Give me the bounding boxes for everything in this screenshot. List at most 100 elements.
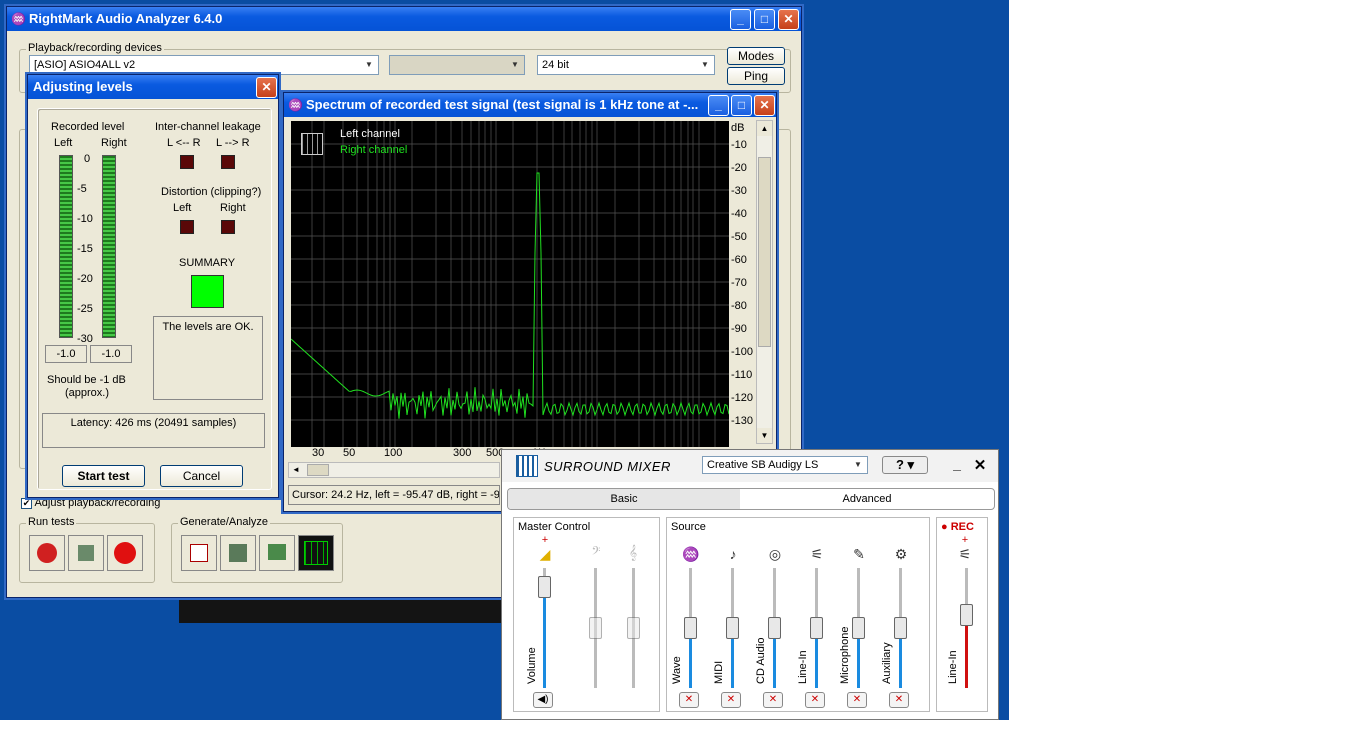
levels-titlebar[interactable]: Adjusting levels bbox=[28, 75, 278, 99]
source-slider[interactable] bbox=[894, 617, 907, 639]
record-button[interactable] bbox=[107, 535, 143, 571]
app-icon: ♒ bbox=[11, 12, 26, 26]
help-button[interactable]: ? ▾ bbox=[882, 456, 928, 474]
source-mute-button[interactable]: ✕ bbox=[763, 692, 783, 708]
source-slider[interactable] bbox=[726, 617, 739, 639]
source-slider[interactable] bbox=[810, 617, 823, 639]
tab-basic[interactable]: Basic bbox=[508, 489, 740, 509]
scroll-up-icon[interactable]: ▲ bbox=[757, 121, 772, 136]
mixer-device-select[interactable]: Creative SB Audigy LS ▼ bbox=[702, 456, 868, 474]
approx-label: (approx.) bbox=[65, 387, 110, 399]
analyze-button[interactable] bbox=[220, 535, 256, 571]
distortion-label: Distortion (clipping?) bbox=[161, 186, 262, 198]
volume-slider[interactable] bbox=[538, 576, 551, 598]
y-tick: -50 bbox=[731, 231, 747, 243]
run-tests-label: Run tests bbox=[26, 516, 77, 528]
bass-slider[interactable] bbox=[589, 617, 602, 639]
levels-message-box: The levels are OK. bbox=[153, 316, 263, 400]
source-mute-button[interactable]: ✕ bbox=[679, 692, 699, 708]
source-label: Line-In bbox=[797, 650, 809, 684]
minimize-button[interactable]: _ bbox=[730, 9, 751, 30]
treble-slider[interactable] bbox=[627, 617, 640, 639]
rec-slider[interactable] bbox=[960, 604, 973, 626]
scroll-down-icon[interactable]: ▼ bbox=[757, 428, 772, 443]
bits-select[interactable]: 24 bit ▼ bbox=[537, 55, 715, 75]
volume-label: Volume bbox=[526, 647, 538, 684]
scroll-left-icon[interactable]: ◄ bbox=[289, 463, 303, 477]
cursor-status: Cursor: 24.2 Hz, left = -95.47 dB, right… bbox=[288, 485, 500, 505]
mixer-titlebar[interactable]: SURROUND MIXER Creative SB Audigy LS ▼ ?… bbox=[502, 450, 998, 482]
y-tick: -80 bbox=[731, 300, 747, 312]
surround-mixer-window: SURROUND MIXER Creative SB Audigy LS ▼ ?… bbox=[501, 449, 999, 720]
grid-icon bbox=[304, 541, 328, 565]
spectrum-button[interactable] bbox=[298, 535, 334, 571]
spectrum-plot[interactable]: Left channel Right channel bbox=[290, 121, 730, 447]
x-tick: 30 bbox=[312, 447, 325, 459]
speaker-test-button[interactable] bbox=[29, 535, 65, 571]
folder-icon bbox=[268, 544, 286, 560]
main-titlebar[interactable]: ♒ RightMark Audio Analyzer 6.4.0 bbox=[7, 7, 801, 31]
l-to-r-label: L --> R bbox=[216, 137, 250, 149]
help-icon: ? bbox=[895, 457, 904, 472]
source-icon: ⚟ bbox=[810, 546, 824, 562]
left-level-value: -1.0 bbox=[45, 345, 87, 363]
source-mute-button[interactable]: ✕ bbox=[847, 692, 867, 708]
source-mute-button[interactable]: ✕ bbox=[805, 692, 825, 708]
spectrum-graph bbox=[290, 121, 730, 447]
spectrum-minimize-button[interactable]: _ bbox=[708, 95, 729, 116]
tab-advanced-label: Advanced bbox=[842, 493, 892, 505]
levels-close-button[interactable]: ✕ bbox=[256, 77, 277, 98]
vertical-scrollbar[interactable]: ▲ ▼ bbox=[756, 120, 773, 444]
source-mute-button[interactable]: ✕ bbox=[889, 692, 909, 708]
levels-message: The levels are OK. bbox=[162, 321, 254, 333]
start-test-button[interactable]: Start test bbox=[62, 465, 145, 487]
volume-fill bbox=[543, 588, 546, 688]
chevron-down-icon: ▼ bbox=[511, 60, 519, 69]
second-select[interactable]: ▼ bbox=[389, 55, 525, 75]
mixer-minimize-button[interactable]: _ bbox=[949, 456, 965, 474]
source-label: Wave bbox=[671, 656, 683, 684]
ping-button[interactable]: Ping bbox=[727, 67, 785, 85]
scale-tick: -10 bbox=[77, 213, 93, 225]
h-scroll-thumb[interactable] bbox=[307, 464, 329, 476]
spectrum-maximize-button[interactable]: □ bbox=[731, 95, 752, 116]
cancel-button[interactable]: Cancel bbox=[160, 465, 243, 487]
cursor-text: Cursor: 24.2 Hz, left = -95.47 dB, right… bbox=[292, 489, 500, 501]
source-slider[interactable] bbox=[684, 617, 697, 639]
generate-button[interactable] bbox=[181, 535, 217, 571]
scale-tick: -30 bbox=[77, 333, 93, 345]
leakage-label: Inter-channel leakage bbox=[155, 121, 261, 133]
source-slider[interactable] bbox=[852, 617, 865, 639]
close-button[interactable]: ✕ bbox=[778, 9, 799, 30]
speaker-button[interactable] bbox=[68, 535, 104, 571]
scroll-thumb[interactable] bbox=[758, 157, 771, 347]
rec-label: ● REC bbox=[941, 521, 974, 533]
source-icon: ◎ bbox=[768, 546, 782, 562]
latency-box: Latency: 426 ms (20491 samples) bbox=[42, 413, 265, 448]
horizontal-scrollbar[interactable]: ◄ bbox=[288, 462, 500, 478]
app-icon: ♒ bbox=[288, 98, 303, 112]
open-button[interactable] bbox=[259, 535, 295, 571]
rec-fill bbox=[965, 622, 968, 688]
spectrum-titlebar[interactable]: ♒ Spectrum of recorded test signal (test… bbox=[284, 93, 776, 117]
adjust-checkbox[interactable]: ✔ Adjust playback/recording bbox=[21, 497, 160, 509]
left-level-meter bbox=[59, 155, 73, 338]
chevron-down-icon: ▼ bbox=[701, 60, 709, 69]
left-label: Left bbox=[54, 137, 73, 149]
source-mute-button[interactable]: ✕ bbox=[721, 692, 741, 708]
distortion-left-indicator bbox=[180, 220, 194, 234]
mixer-logo-icon bbox=[516, 455, 538, 477]
plot-toggle-icon[interactable] bbox=[301, 133, 323, 155]
legend-left: Left channel bbox=[340, 128, 400, 140]
tab-advanced[interactable]: Advanced bbox=[740, 489, 994, 509]
modes-button[interactable]: Modes bbox=[727, 47, 785, 65]
maximize-button[interactable]: □ bbox=[754, 9, 775, 30]
source-icon: ✎ bbox=[853, 546, 865, 562]
source-slider[interactable] bbox=[768, 617, 781, 639]
source-label: MIDI bbox=[713, 660, 725, 684]
y-tick: -90 bbox=[731, 323, 747, 335]
mixer-close-button[interactable]: ✕ bbox=[972, 456, 988, 474]
volume-mute-button[interactable]: ◀) bbox=[533, 692, 553, 708]
device-select[interactable]: [ASIO] ASIO4ALL v2 ▼ bbox=[29, 55, 379, 75]
spectrum-close-button[interactable]: ✕ bbox=[754, 95, 775, 116]
